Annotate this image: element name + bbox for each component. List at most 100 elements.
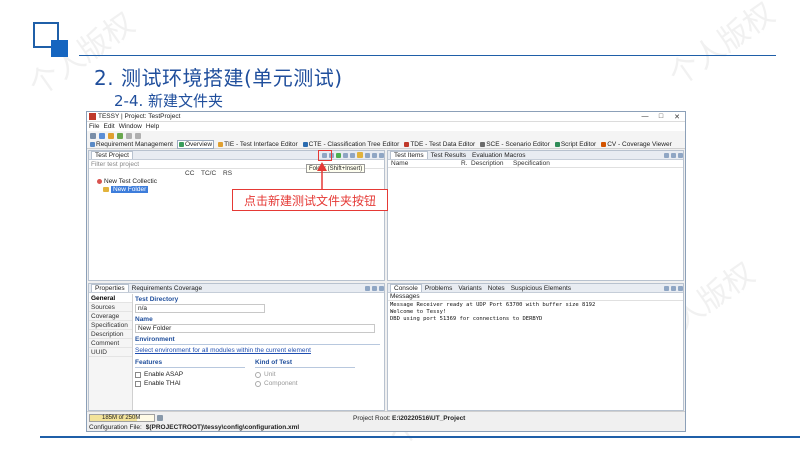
column-description: Description — [471, 160, 504, 167]
run-icon[interactable] — [336, 152, 341, 158]
database-icon[interactable] — [117, 132, 123, 139]
folder-icon — [103, 186, 109, 192]
tde-icon — [404, 141, 410, 147]
tab-console[interactable]: Console — [390, 284, 422, 292]
minimize-view-icon[interactable] — [671, 285, 676, 291]
test-directory-field: n/a — [135, 304, 265, 313]
tab-evaluation-macros[interactable]: Evaluation Macros — [469, 152, 528, 159]
kind-unit-radio[interactable]: Unit — [255, 370, 355, 379]
new-module-icon[interactable] — [365, 152, 370, 158]
side-tab-coverage[interactable]: Coverage — [89, 312, 132, 321]
maximize-view-icon[interactable] — [678, 152, 683, 158]
enable-asap-checkbox[interactable]: Enable ASAP — [135, 370, 255, 379]
tab-label: Console — [394, 285, 418, 292]
perspective-label: Script Editor — [560, 140, 597, 148]
checkbox-icon — [135, 371, 141, 378]
menu-file[interactable]: File — [89, 123, 99, 130]
section-features: Features — [135, 359, 163, 366]
back-icon[interactable] — [126, 132, 132, 139]
memory-indicator: 185M of 250M — [89, 414, 155, 422]
side-tab-general[interactable]: General — [89, 294, 132, 303]
perspective-label: CTE - Classification Tree Editor — [308, 140, 400, 148]
close-button[interactable]: ✕ — [669, 113, 685, 121]
name-field[interactable]: New Folder — [135, 324, 375, 333]
tab-problems[interactable]: Problems — [422, 285, 455, 292]
execute-icon[interactable] — [343, 152, 348, 158]
side-tab-specification[interactable]: Specification — [89, 321, 132, 330]
perspective-sce[interactable]: SCE - Scenario Editor — [479, 141, 551, 148]
minimize-view-icon[interactable] — [671, 152, 676, 158]
tab-requirements-coverage[interactable]: Requirements Coverage — [129, 285, 205, 292]
perspective-label: SCE - Scenario Editor — [486, 140, 550, 148]
tab-label: Evaluation Macros — [472, 151, 526, 159]
perspective-bar: Requirement Management Overview TIE - Te… — [87, 139, 685, 149]
new-folder-icon[interactable] — [357, 152, 363, 158]
config-label: Configuration File: — [89, 424, 142, 431]
tab-label: Test Results — [430, 151, 467, 159]
perspective-requirement-management[interactable]: Requirement Management — [89, 141, 174, 148]
section-environment: Environment — [135, 336, 175, 343]
collection-icon[interactable] — [350, 152, 355, 158]
minimize-button[interactable]: — — [637, 113, 653, 121]
perspective-cte[interactable]: CTE - Classification Tree Editor — [302, 141, 401, 148]
side-tab-sources[interactable]: Sources — [89, 303, 132, 312]
clear-console-icon[interactable] — [664, 285, 669, 291]
view-menu-icon[interactable] — [664, 152, 669, 158]
console-line: Message Receiver ready at UDP Port 63700… — [390, 302, 596, 308]
tie-icon — [218, 141, 224, 147]
tab-test-project[interactable]: Test Project — [91, 151, 133, 159]
side-tab-description[interactable]: Description — [89, 330, 132, 339]
save-icon[interactable] — [90, 132, 96, 139]
minimize-view-icon[interactable] — [379, 152, 384, 158]
maximize-view-icon[interactable] — [678, 285, 683, 291]
callout-arrow-icon — [317, 162, 327, 190]
perspective-cv[interactable]: CV - Coverage Viewer — [600, 141, 673, 148]
link-icon[interactable] — [365, 285, 370, 291]
console-line: DBD using port 51369 for connections to … — [390, 316, 543, 322]
garbage-collect-icon[interactable] — [157, 415, 163, 421]
enable-thai-checkbox[interactable]: Enable THAI — [135, 379, 255, 388]
maximize-view-icon[interactable] — [379, 285, 384, 291]
minimize-view-icon[interactable] — [372, 285, 377, 291]
side-tab-comment[interactable]: Comment — [89, 339, 132, 348]
side-tab-uuid[interactable]: UUID — [89, 348, 132, 357]
forward-icon[interactable] — [135, 132, 141, 139]
select-environment-link[interactable]: Select environment for all modules withi… — [135, 347, 380, 354]
tree-item-test-collection[interactable]: New Test Collectic — [89, 177, 384, 185]
tab-variants[interactable]: Variants — [455, 285, 484, 292]
test-collection-icon — [97, 178, 102, 184]
perspective-label: TDE - Test Data Editor — [410, 140, 476, 148]
tab-suspicious-elements[interactable]: Suspicious Elements — [508, 285, 574, 292]
sce-icon — [480, 141, 486, 147]
menu-window[interactable]: Window — [119, 123, 142, 130]
perspective-overview[interactable]: Overview — [176, 139, 215, 149]
column-r: R. — [461, 160, 468, 167]
cv-icon — [601, 141, 607, 147]
kind-component-radio[interactable]: Component — [255, 379, 355, 388]
import-icon[interactable] — [99, 132, 105, 139]
tab-test-results[interactable]: Test Results — [428, 152, 469, 159]
filter-icon[interactable] — [372, 152, 377, 158]
radio-label: Unit — [264, 371, 276, 378]
new-folder-tooltip: Folder (Shift+Insert) — [306, 164, 366, 173]
perspective-script-editor[interactable]: Script Editor — [554, 141, 597, 148]
menu-help[interactable]: Help — [146, 123, 159, 130]
menu-edit[interactable]: Edit — [103, 123, 114, 130]
perspective-tde[interactable]: TDE - Test Data Editor — [403, 141, 476, 148]
header-divider — [79, 55, 776, 56]
window-title: TESSY | Project: TestProject — [98, 113, 181, 120]
tab-label: Properties — [95, 285, 125, 292]
tab-properties[interactable]: Properties — [91, 284, 129, 292]
maximize-button[interactable]: □ — [653, 113, 669, 121]
status-bar: 185M of 250M Project Root: E:\20220516\U… — [87, 411, 685, 431]
perspective-tie[interactable]: TIE - Test Interface Editor — [217, 141, 299, 148]
tab-test-items[interactable]: Test Items — [390, 151, 428, 159]
properties-pane: Properties Requirements Coverage General… — [88, 283, 385, 411]
export-icon[interactable] — [108, 132, 114, 139]
tab-notes[interactable]: Notes — [485, 285, 508, 292]
console-output: Message Receiver ready at UDP Port 63700… — [388, 301, 683, 324]
tessy-logo-icon — [89, 113, 96, 120]
instruction-callout: 点击新建测试文件夹按钮 — [232, 189, 388, 211]
tree-item-label: New Folder — [111, 185, 149, 193]
section-divider — [135, 344, 380, 345]
